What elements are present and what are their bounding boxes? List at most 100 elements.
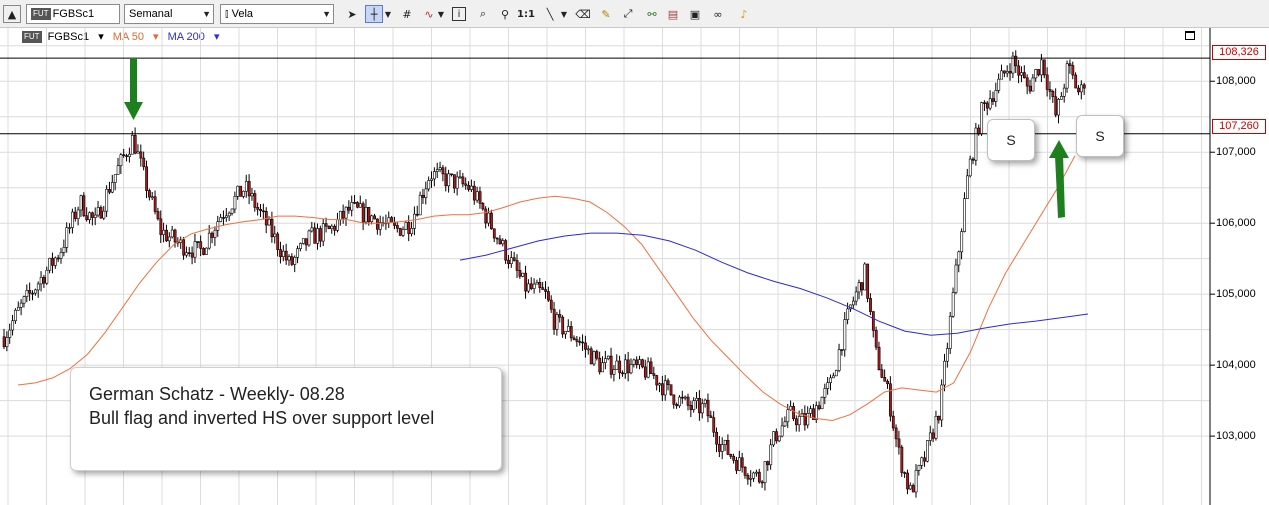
candle <box>230 208 234 216</box>
candle <box>985 101 989 116</box>
candle <box>290 253 294 267</box>
candle <box>31 290 35 301</box>
candle <box>153 190 157 215</box>
candle <box>145 160 149 199</box>
candle <box>56 254 60 263</box>
candle <box>612 365 616 382</box>
candle <box>737 450 741 471</box>
candle <box>566 319 570 333</box>
candle <box>917 464 921 476</box>
candle <box>301 238 305 245</box>
candle <box>148 188 151 201</box>
candle <box>319 225 322 248</box>
candle <box>643 359 647 381</box>
candle <box>775 428 778 444</box>
candle <box>763 461 767 491</box>
candle <box>333 224 337 236</box>
candle <box>757 468 761 484</box>
candle <box>82 192 86 217</box>
candle <box>11 314 15 336</box>
candle <box>558 309 562 323</box>
candle <box>279 241 282 264</box>
candle <box>119 153 123 174</box>
candle <box>239 185 243 197</box>
candle <box>490 209 493 230</box>
candle <box>467 181 471 192</box>
candle <box>475 186 479 203</box>
candle <box>247 174 251 205</box>
candle <box>515 254 519 278</box>
candle <box>575 335 579 347</box>
candle <box>253 190 257 212</box>
candle <box>327 225 331 230</box>
candle <box>1082 82 1086 95</box>
candle <box>384 214 388 230</box>
candle <box>130 131 134 155</box>
candle <box>832 372 835 379</box>
candle <box>840 349 844 356</box>
candle <box>39 271 43 292</box>
candle <box>957 250 961 273</box>
candle <box>88 211 92 224</box>
candle <box>299 242 302 252</box>
candle <box>729 453 733 459</box>
candle <box>504 238 508 264</box>
candle <box>296 245 300 264</box>
candle <box>358 195 362 208</box>
candle <box>498 235 502 245</box>
candle <box>623 354 627 379</box>
candle <box>233 191 237 214</box>
candle <box>273 225 277 244</box>
candle <box>960 228 964 260</box>
candle <box>242 190 245 199</box>
candle <box>250 187 254 201</box>
candle <box>205 247 208 255</box>
candle <box>965 168 969 199</box>
candle <box>62 239 66 257</box>
candle <box>435 162 439 178</box>
y-tick-label: 106,000 <box>1216 217 1256 230</box>
candle <box>447 169 451 193</box>
candle <box>529 277 533 291</box>
candle <box>837 343 841 373</box>
candle <box>307 229 311 247</box>
candle <box>698 390 701 421</box>
candle <box>894 424 898 448</box>
candle <box>920 456 924 470</box>
candle <box>25 284 29 303</box>
candle <box>880 364 884 379</box>
candle <box>843 312 847 357</box>
arrow-up-icon <box>1049 140 1069 218</box>
candle <box>877 341 881 371</box>
candle <box>424 181 428 205</box>
y-axis-ticks <box>1210 80 1215 437</box>
candle <box>897 430 901 455</box>
candle <box>427 176 431 192</box>
candle <box>16 301 20 311</box>
candle <box>213 226 217 246</box>
candle <box>518 262 522 279</box>
candle <box>700 398 704 419</box>
arrow-down-icon <box>124 58 143 120</box>
candle <box>555 311 559 336</box>
candle <box>185 246 188 258</box>
candle <box>492 228 496 243</box>
candle <box>168 232 171 248</box>
candle <box>42 275 46 288</box>
candle <box>794 415 798 432</box>
candle <box>709 410 713 418</box>
candle <box>378 215 382 236</box>
candle <box>512 251 516 262</box>
candle <box>484 206 488 229</box>
candle <box>581 334 585 351</box>
candle <box>1071 61 1075 80</box>
candle <box>683 395 687 401</box>
candle <box>834 369 838 377</box>
candle <box>162 222 166 243</box>
candle <box>199 235 203 257</box>
candle <box>276 231 280 257</box>
candle <box>381 216 385 227</box>
candle <box>626 351 630 382</box>
candle <box>703 398 707 408</box>
candle <box>988 90 992 111</box>
